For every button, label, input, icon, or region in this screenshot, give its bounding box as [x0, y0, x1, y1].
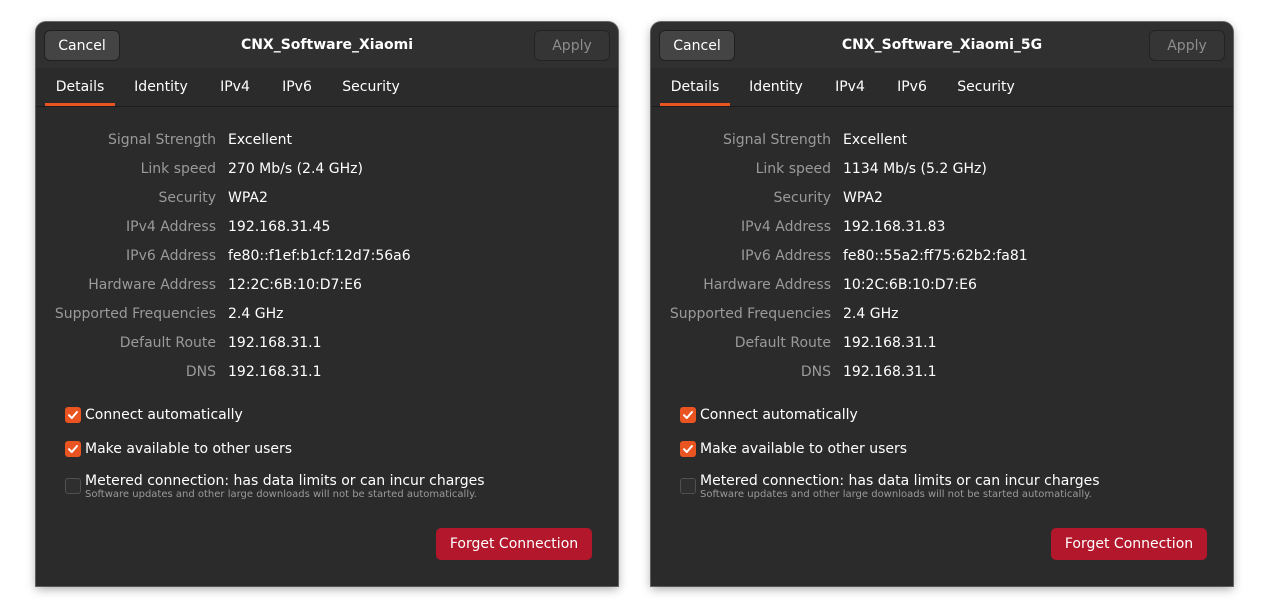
- detail-label: IPv6 Address: [741, 248, 831, 264]
- detail-value: 270 Mb/s (2.4 GHz): [228, 161, 363, 177]
- detail-label: Link speed: [140, 161, 216, 177]
- detail-row-supported-frequencies: Supported Frequencies 2.4 GHz: [651, 304, 1233, 324]
- wifi-settings-dialog: Cancel CNX_Software_Xiaomi Apply Details…: [36, 22, 618, 586]
- detail-row-signal-strength: Signal Strength Excellent: [36, 130, 618, 150]
- connect-automatically-label: Connect automatically: [85, 407, 243, 423]
- tab-details[interactable]: Details: [45, 68, 115, 106]
- detail-label: Signal Strength: [107, 132, 216, 148]
- metered-connection-note: Software updates and other large downloa…: [85, 489, 477, 500]
- tab-security[interactable]: Security: [336, 68, 406, 106]
- detail-row-dns: DNS 192.168.31.1: [36, 362, 618, 382]
- detail-label: Security: [773, 190, 832, 206]
- detail-value: fe80::55a2:ff75:62b2:fa81: [843, 248, 1028, 264]
- detail-value: 192.168.31.45: [228, 219, 331, 235]
- detail-row-hardware-address: Hardware Address 10:2C:6B:10:D7:E6: [651, 275, 1233, 295]
- metered-connection-checkbox[interactable]: [65, 478, 81, 494]
- detail-label: IPv4 Address: [126, 219, 216, 235]
- detail-row-link-speed: Link speed 1134 Mb/s (5.2 GHz): [651, 159, 1233, 179]
- detail-row-default-route: Default Route 192.168.31.1: [651, 333, 1233, 353]
- detail-value: WPA2: [843, 190, 883, 206]
- tab-ipv4[interactable]: IPv4: [210, 68, 260, 106]
- detail-label: Supported Frequencies: [669, 306, 831, 322]
- detail-value: 192.168.31.1: [228, 335, 322, 351]
- detail-label: Hardware Address: [88, 277, 216, 293]
- detail-value: Excellent: [843, 132, 907, 148]
- checkmark-icon: [68, 411, 78, 419]
- detail-row-security: Security WPA2: [651, 188, 1233, 208]
- connect-automatically-checkbox[interactable]: [680, 407, 696, 423]
- tab-ipv6[interactable]: IPv6: [272, 68, 322, 106]
- detail-value: 12:2C:6B:10:D7:E6: [228, 277, 362, 293]
- detail-value: fe80::f1ef:b1cf:12d7:56a6: [228, 248, 411, 264]
- tab-security[interactable]: Security: [951, 68, 1021, 106]
- available-to-others-checkbox[interactable]: [65, 441, 81, 457]
- detail-label: DNS: [800, 364, 831, 380]
- dialog-title: CNX_Software_Xiaomi_5G: [841, 37, 1043, 53]
- detail-label: IPv4 Address: [741, 219, 831, 235]
- tab-details[interactable]: Details: [660, 68, 730, 106]
- available-to-others-label: Make available to other users: [700, 441, 908, 457]
- checkmark-icon: [683, 445, 693, 453]
- wifi-settings-dialog: Cancel CNX_Software_Xiaomi_5G Apply Deta…: [651, 22, 1233, 586]
- forget-connection-button[interactable]: Forget Connection: [436, 528, 592, 560]
- detail-row-default-route: Default Route 192.168.31.1: [36, 333, 618, 353]
- detail-label: Security: [158, 190, 217, 206]
- detail-row-ipv4-address: IPv4 Address 192.168.31.45: [36, 217, 618, 237]
- tab-ipv6[interactable]: IPv6: [887, 68, 937, 106]
- checkmark-icon: [68, 445, 78, 453]
- detail-value: 192.168.31.1: [843, 335, 937, 351]
- cancel-button[interactable]: Cancel: [44, 30, 120, 61]
- tab-ipv4[interactable]: IPv4: [825, 68, 875, 106]
- detail-row-security: Security WPA2: [36, 188, 618, 208]
- detail-label: Hardware Address: [703, 277, 831, 293]
- header-bar: Cancel CNX_Software_Xiaomi Apply: [36, 22, 618, 68]
- detail-label: Link speed: [755, 161, 831, 177]
- detail-row-signal-strength: Signal Strength Excellent: [651, 130, 1233, 150]
- cancel-button[interactable]: Cancel: [659, 30, 735, 61]
- detail-label: Signal Strength: [722, 132, 831, 148]
- detail-label: IPv6 Address: [126, 248, 216, 264]
- detail-row-supported-frequencies: Supported Frequencies 2.4 GHz: [36, 304, 618, 324]
- detail-value: 192.168.31.1: [228, 364, 322, 380]
- dialog-title: CNX_Software_Xiaomi: [240, 37, 414, 53]
- detail-value: 10:2C:6B:10:D7:E6: [843, 277, 977, 293]
- tab-bar: Details Identity IPv4 IPv6 Security: [36, 68, 618, 107]
- tab-bar: Details Identity IPv4 IPv6 Security: [651, 68, 1233, 107]
- detail-label: Default Route: [119, 335, 216, 351]
- detail-row-hardware-address: Hardware Address 12:2C:6B:10:D7:E6: [36, 275, 618, 295]
- apply-button[interactable]: Apply: [1149, 30, 1225, 61]
- tab-identity[interactable]: Identity: [739, 68, 813, 106]
- connect-automatically-label: Connect automatically: [700, 407, 858, 423]
- detail-value: WPA2: [228, 190, 268, 206]
- detail-value: 192.168.31.83: [843, 219, 946, 235]
- detail-value: 192.168.31.1: [843, 364, 937, 380]
- metered-connection-checkbox[interactable]: [680, 478, 696, 494]
- detail-label: DNS: [185, 364, 216, 380]
- tab-identity[interactable]: Identity: [124, 68, 198, 106]
- detail-row-ipv6-address: IPv6 Address fe80::f1ef:b1cf:12d7:56a6: [36, 246, 618, 266]
- forget-connection-button[interactable]: Forget Connection: [1051, 528, 1207, 560]
- available-to-others-label: Make available to other users: [85, 441, 293, 457]
- detail-row-link-speed: Link speed 270 Mb/s (2.4 GHz): [36, 159, 618, 179]
- metered-connection-note: Software updates and other large downloa…: [700, 489, 1092, 500]
- connect-automatically-checkbox[interactable]: [65, 407, 81, 423]
- detail-row-ipv6-address: IPv6 Address fe80::55a2:ff75:62b2:fa81: [651, 246, 1233, 266]
- detail-row-dns: DNS 192.168.31.1: [651, 362, 1233, 382]
- available-to-others-checkbox[interactable]: [680, 441, 696, 457]
- detail-label: Default Route: [734, 335, 831, 351]
- detail-value: 2.4 GHz: [228, 306, 284, 322]
- checkmark-icon: [683, 411, 693, 419]
- detail-label: Supported Frequencies: [54, 306, 216, 322]
- detail-row-ipv4-address: IPv4 Address 192.168.31.83: [651, 217, 1233, 237]
- header-bar: Cancel CNX_Software_Xiaomi_5G Apply: [651, 22, 1233, 68]
- detail-value: 1134 Mb/s (5.2 GHz): [843, 161, 987, 177]
- apply-button[interactable]: Apply: [534, 30, 610, 61]
- detail-value: 2.4 GHz: [843, 306, 899, 322]
- detail-value: Excellent: [228, 132, 292, 148]
